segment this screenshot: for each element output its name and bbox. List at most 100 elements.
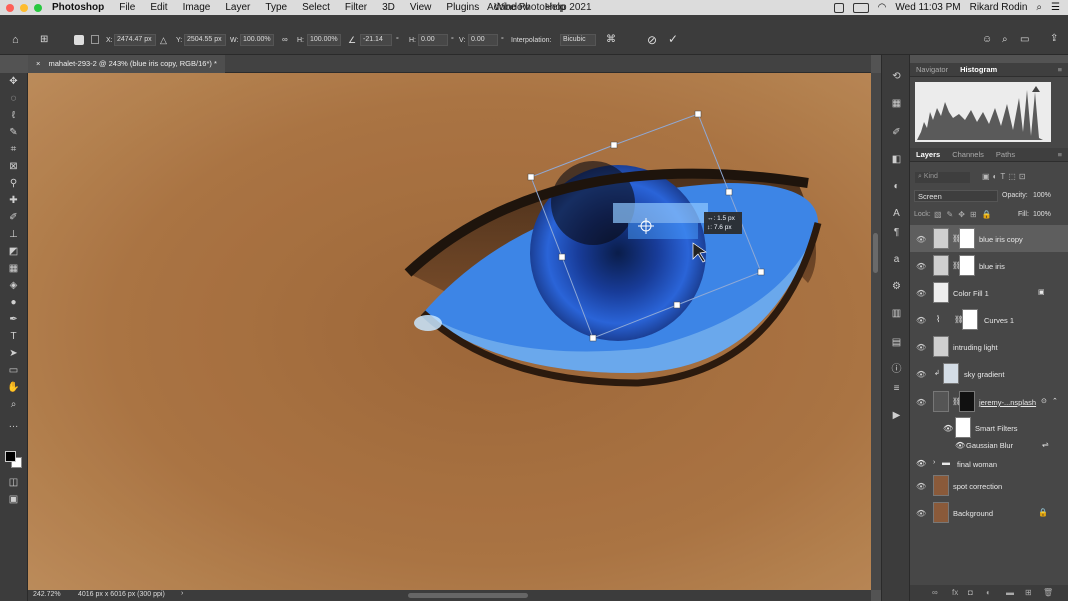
menu-type[interactable]: Type — [265, 2, 287, 13]
visibility-eye-icon[interactable]: 👁 — [916, 316, 926, 325]
angle-field[interactable]: -21.14 — [360, 34, 392, 46]
paragraph-icon[interactable]: ¶ — [891, 227, 902, 238]
link-icon[interactable]: ∞ — [282, 35, 288, 44]
visibility-eye-icon[interactable]: 👁 — [916, 370, 926, 379]
layer-mask-thumbnail[interactable] — [962, 309, 978, 330]
filter-row[interactable]: 👁 Gaussian Blur ⇌ — [910, 435, 1068, 455]
tab-paths[interactable]: Paths — [990, 150, 1021, 159]
stamp-tool-icon[interactable]: ⊥ — [7, 229, 20, 240]
foreground-color-swatch[interactable] — [5, 451, 16, 462]
home-icon[interactable]: ⌂ — [12, 34, 19, 46]
transform-handle-top-left[interactable] — [610, 141, 618, 149]
marquee-tool-icon[interactable]: ◌ — [7, 93, 20, 104]
visibility-eye-icon[interactable]: 👁 — [916, 482, 926, 491]
delete-layer-icon[interactable]: 🗑 — [1043, 588, 1053, 597]
reference-point-checkbox[interactable] — [74, 35, 84, 45]
layer-row[interactable]: 👁 intruding light — [910, 333, 1068, 360]
gradient-tool-icon[interactable]: ▦ — [7, 263, 20, 274]
info-icon[interactable]: ⓘ — [891, 364, 902, 375]
workspace-icon[interactable]: ▭ — [1020, 34, 1029, 45]
share-icon[interactable]: ⇪ — [1050, 33, 1058, 44]
control-center-icon[interactable]: ☰ — [1051, 2, 1060, 13]
layer-filter-kind[interactable]: ⌕ Kind — [915, 172, 970, 183]
vskew-field[interactable]: 0.00 — [468, 34, 498, 46]
quick-mask-icon[interactable]: ◫ — [7, 477, 20, 488]
menu-view[interactable]: View — [410, 2, 432, 13]
canvas-image[interactable] — [28, 73, 871, 590]
move-tool-icon[interactable]: ✥ — [7, 76, 20, 87]
hskew-field[interactable]: 0.00 — [418, 34, 448, 46]
layer-row[interactable]: 👁 ⌇ ⛓ Curves 1 — [910, 306, 1068, 333]
cancel-transform-icon[interactable]: ⊘ — [647, 33, 657, 47]
reference-point-icon[interactable] — [91, 35, 99, 44]
brushes-icon[interactable]: ✐ — [891, 127, 902, 138]
glyphs-icon[interactable]: a — [891, 254, 902, 265]
fx-icon[interactable]: fx — [952, 588, 958, 597]
transform-handle-bottom[interactable] — [589, 334, 597, 342]
brush-tool-icon[interactable]: ✐ — [7, 212, 20, 223]
document-canvas[interactable]: ↔: 1.5 px ↕: 7.6 px — [28, 73, 871, 590]
zoom-tool-icon[interactable]: ⌕ — [7, 399, 20, 410]
transform-handle-left[interactable] — [527, 173, 535, 181]
group-row[interactable]: 👁 › ▬ final woman — [910, 454, 1068, 474]
layer-row[interactable]: 👁 ⛓ blue iris copy — [910, 225, 1068, 252]
screen-icon[interactable] — [833, 2, 844, 13]
vertical-scroll-thumb[interactable] — [873, 233, 878, 273]
battery-icon[interactable] — [852, 2, 869, 13]
warp-toggle-icon[interactable]: ⌘ — [606, 34, 616, 45]
adjustments-icon[interactable]: ⚙ — [891, 281, 902, 292]
quick-select-tool-icon[interactable]: ✎ — [7, 127, 20, 138]
y-field[interactable]: 2504.55 px — [184, 34, 226, 46]
layer-row[interactable]: 👁 ⛓ blue iris — [910, 252, 1068, 279]
pen-tool-icon[interactable]: ✒ — [7, 314, 20, 325]
layer-name[interactable]: sky gradient — [964, 370, 1004, 379]
vertical-scrollbar[interactable] — [871, 73, 881, 590]
color-icon[interactable]: ◐ — [891, 181, 902, 192]
history-icon[interactable]: ⟲ — [891, 71, 902, 82]
tab-histogram[interactable]: Histogram — [954, 65, 1003, 74]
blur-tool-icon[interactable]: ◈ — [7, 280, 20, 291]
screen-mode-icon[interactable]: ▣ — [7, 494, 20, 505]
height-field[interactable]: 100.00% — [307, 34, 341, 46]
search-icon[interactable]: ⌕ — [1002, 34, 1008, 45]
healing-tool-icon[interactable]: ✚ — [7, 195, 20, 206]
properties-icon[interactable]: ≡ — [891, 383, 902, 394]
frame-tool-icon[interactable]: ⊠ — [7, 161, 20, 172]
menu-edit[interactable]: Edit — [150, 2, 167, 13]
visibility-eye-icon[interactable]: 👁 — [916, 343, 926, 352]
menu-3d[interactable]: 3D — [382, 2, 395, 13]
visibility-eye-icon[interactable]: 👁 — [916, 398, 926, 407]
zoom-window-button[interactable] — [34, 3, 42, 12]
transform-handle-right[interactable] — [757, 268, 765, 276]
relative-position-icon[interactable]: △ — [160, 35, 167, 46]
zoom-level[interactable]: 242.72% — [33, 591, 61, 598]
add-mask-icon[interactable]: ◘ — [968, 588, 973, 597]
gradients-icon[interactable]: ▥ — [891, 308, 902, 319]
dodge-tool-icon[interactable]: ● — [7, 297, 20, 308]
rectangle-tool-icon[interactable]: ▭ — [7, 365, 20, 376]
spotlight-icon[interactable]: ⌕ — [1036, 2, 1042, 13]
hand-tool-icon[interactable]: ✋ — [7, 382, 20, 393]
crop-tool-icon[interactable]: ⌗ — [7, 144, 20, 155]
layer-name[interactable]: Color Fill 1 — [953, 289, 989, 298]
visibility-eye-icon[interactable]: 👁 — [916, 459, 926, 468]
close-window-button[interactable] — [6, 3, 14, 12]
transform-handle-bottom-left[interactable] — [558, 253, 566, 261]
more-tools-icon[interactable]: … — [7, 419, 20, 430]
expand-arrow-icon[interactable]: › — [933, 459, 935, 466]
menu-file[interactable]: File — [119, 2, 135, 13]
shapes-icon[interactable]: ◧ — [891, 154, 902, 165]
menu-plugins[interactable]: Plugins — [446, 2, 479, 13]
width-field[interactable]: 100.00% — [240, 34, 274, 46]
lasso-tool-icon[interactable]: ℓ — [7, 110, 20, 121]
commit-transform-icon[interactable]: ✓ — [668, 32, 678, 46]
layer-name[interactable]: blue iris copy — [979, 235, 1023, 244]
transform-handle-top-right[interactable] — [725, 188, 733, 196]
layer-row[interactable]: 👁 ⛓ jeremy-...nsplash ⊙ ⌃ — [910, 388, 1068, 415]
x-field[interactable]: 2474.47 px — [114, 34, 156, 46]
menu-filter[interactable]: Filter — [345, 2, 367, 13]
eraser-tool-icon[interactable]: ◩ — [7, 246, 20, 257]
filter-options-icon[interactable]: ⇌ — [1042, 440, 1049, 449]
collapse-arrow-icon[interactable]: ⌃ — [1052, 397, 1058, 405]
fill-value[interactable]: 100% — [1033, 211, 1051, 218]
